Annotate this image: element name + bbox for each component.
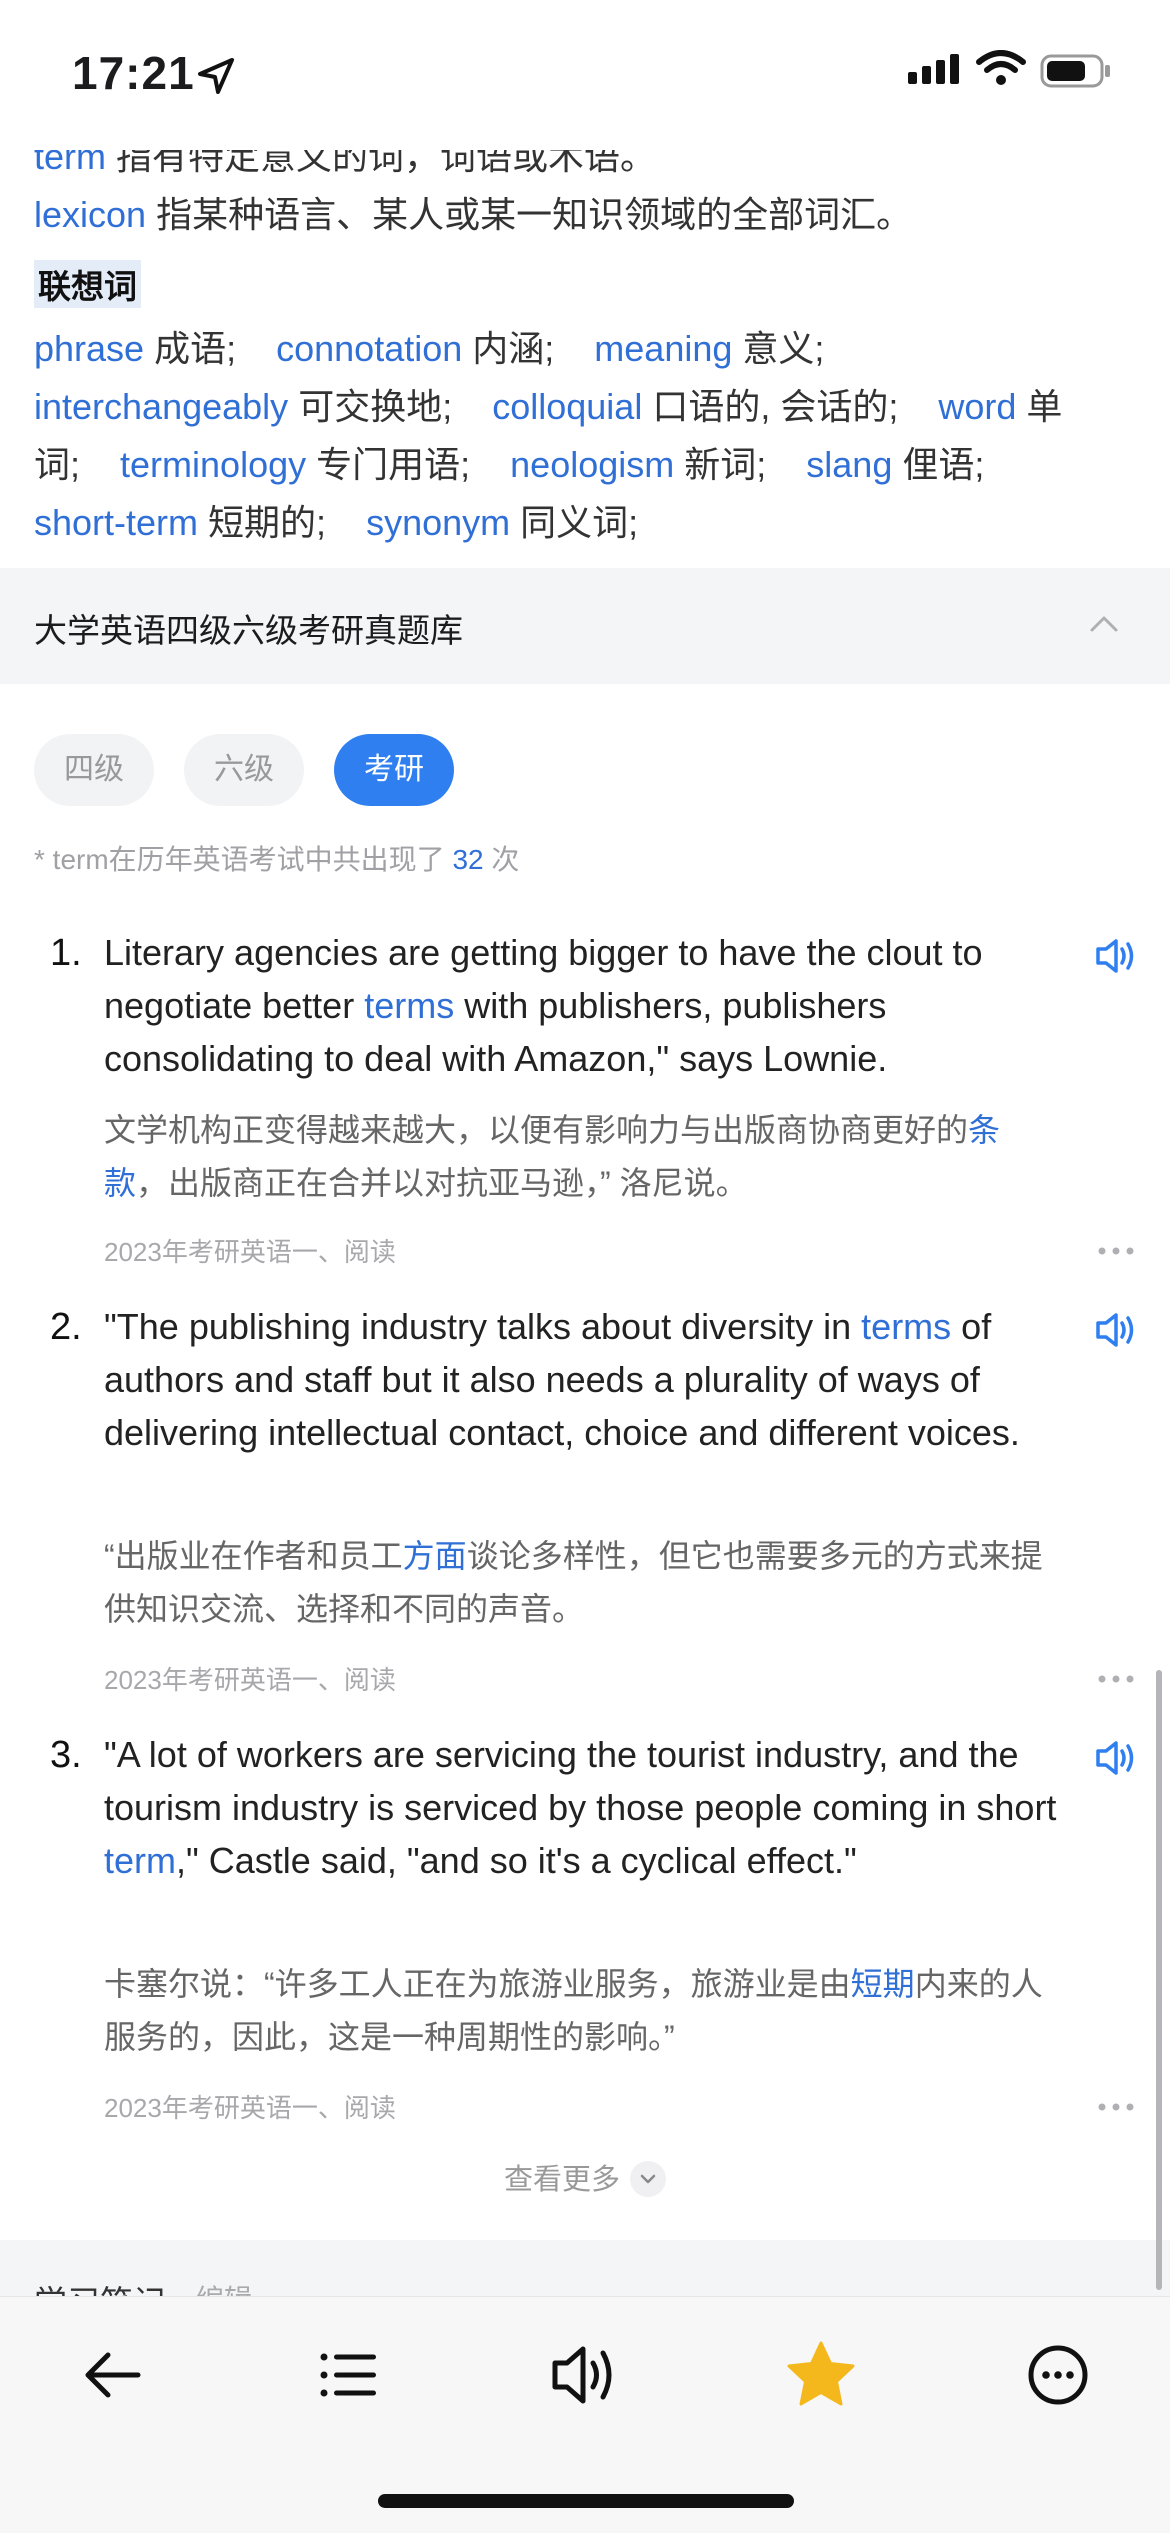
assoc-desc: 口语的, 会话的; (642, 386, 899, 427)
tab-cet6[interactable]: 六级 (184, 734, 304, 806)
example-source: 2023年考研英语一、阅读 (104, 1237, 396, 1267)
location-arrow-icon (198, 58, 234, 94)
example-chinese: 文学机构正变得越来越大，以便有影响力与出版商协商更好的条款，出版商正在合并以对抗… (104, 1104, 1064, 1210)
synonym-word[interactable]: lexicon (34, 194, 146, 235)
en-highlight[interactable]: term (104, 1840, 176, 1881)
cellular-signal-icon (908, 54, 959, 84)
assoc-word[interactable]: terminology (120, 444, 306, 485)
example-number: 2. (50, 1306, 82, 1348)
associations-row-4: short-term 短期的; synonym 同义词; (34, 494, 638, 546)
assoc-desc: 专门用语; (306, 444, 471, 485)
speaker-icon[interactable] (1094, 1310, 1138, 1350)
assoc-desc: 新词; (674, 444, 767, 485)
more-options-icon[interactable] (1098, 1674, 1134, 1684)
assoc-desc: 词; (34, 444, 81, 485)
speaker-icon[interactable] (1094, 936, 1138, 976)
assoc-desc: 成语; (144, 328, 237, 369)
example-source: 2023年考研英语一、阅读 (104, 2093, 396, 2123)
assoc-word[interactable]: phrase (34, 328, 144, 369)
example-chinese: “出版业在作者和员工方面谈论多样性，但它也需要多元的方式来提供知识交流、选择和不… (104, 1530, 1064, 1636)
cn-highlight: 方面 (402, 1538, 467, 1574)
associations-row-2: interchangeably 可交换地; colloquial 口语的, 会话… (34, 378, 1062, 430)
scrollbar-thumb[interactable] (1156, 1670, 1162, 2290)
example-source: 2023年考研英语一、阅读 (104, 1665, 396, 1695)
en-highlight[interactable]: terms (861, 1306, 951, 1347)
occurrence-count: * term在历年英语考试中共出现了 32 次 (34, 838, 519, 878)
count-number: 32 (452, 844, 484, 875)
assoc-desc: 俚语; (892, 444, 985, 485)
example-english: "The publishing industry talks about div… (104, 1300, 1064, 1459)
chevron-up-icon[interactable] (1088, 608, 1120, 640)
count-suffix: 次 (483, 844, 520, 875)
speaker-icon[interactable] (545, 2335, 625, 2415)
en-text: "The publishing industry talks about div… (104, 1306, 862, 1347)
en-text: "A lot of workers are servicing the tour… (104, 1734, 1057, 1828)
cn-text: ，出版商正在合并以对抗亚马逊，” 洛尼说。 (136, 1165, 748, 1201)
assoc-desc: 可交换地; (288, 386, 453, 427)
tab-kaoyan[interactable]: 考研 (334, 734, 454, 806)
cn-text: “出版业在作者和员工 (104, 1538, 403, 1574)
assoc-word[interactable]: word (938, 386, 1016, 427)
associations-row-3: 词; terminology 专门用语; neologism 新词; slang… (34, 436, 984, 488)
assoc-word[interactable]: interchangeably (34, 386, 288, 427)
battery-icon (1040, 54, 1110, 88)
more-options-icon[interactable] (1098, 1246, 1134, 1256)
example-number: 1. (50, 932, 82, 974)
en-text: ," Castle said, "and so it's a cyclical … (176, 1840, 857, 1881)
back-arrow-icon[interactable] (72, 2335, 152, 2415)
star-icon[interactable] (781, 2335, 861, 2415)
assoc-word[interactable]: short-term (34, 502, 198, 543)
assoc-word[interactable]: meaning (594, 328, 732, 369)
assoc-word[interactable]: connotation (276, 328, 462, 369)
see-more-label: 查看更多 (503, 2164, 620, 2196)
home-indicator[interactable] (378, 2494, 794, 2508)
status-time: 17:21 (72, 47, 195, 99)
exam-section-header[interactable]: 大学英语四级六级考研真题库 (0, 568, 1170, 684)
chevron-down-icon (630, 2161, 666, 2198)
see-more-button[interactable]: 查看更多 (0, 2156, 1170, 2199)
synonym-desc: 指某种语言、某人或某一知识领域的全部词汇。 (146, 194, 913, 235)
more-icon[interactable] (1018, 2335, 1098, 2415)
associations-row-1: phrase 成语; connotation 内涵; meaning 意义; (34, 320, 824, 372)
speaker-icon[interactable] (1094, 1738, 1138, 1778)
assoc-word[interactable]: slang (806, 444, 892, 485)
more-options-icon[interactable] (1098, 2102, 1134, 2112)
cn-highlight: 短期 (850, 1966, 915, 2002)
notes-section-header[interactable]: 学习笔记 编辑 (0, 2240, 1170, 2300)
assoc-desc: 单 (1016, 386, 1063, 427)
assoc-word[interactable]: colloquial (492, 386, 642, 427)
count-prefix: * term在历年英语考试中共出现了 (34, 844, 453, 875)
assoc-desc: 内涵; (462, 328, 555, 369)
assoc-word[interactable]: synonym (366, 502, 510, 543)
list-icon[interactable] (308, 2335, 388, 2415)
example-number: 3. (50, 1734, 82, 1776)
example-chinese: 卡塞尔说：“许多工人正在为旅游业服务，旅游业是由短期内来的人服务的，因此，这是一… (104, 1958, 1064, 2064)
cn-text: 卡塞尔说：“许多工人正在为旅游业服务，旅游业是由 (104, 1966, 851, 2002)
status-bar: 17:21 (0, 0, 1170, 150)
assoc-desc: 同义词; (510, 502, 639, 543)
example-english: Literary agencies are getting bigger to … (104, 926, 1064, 1085)
associations-title: 联想词 (34, 260, 141, 308)
exam-section-title: 大学英语四级六级考研真题库 (34, 612, 463, 649)
assoc-desc: 意义; (732, 328, 825, 369)
wifi-icon (976, 50, 1026, 85)
example-english: "A lot of workers are servicing the tour… (104, 1728, 1064, 1887)
tab-cet4[interactable]: 四级 (34, 734, 154, 806)
en-highlight[interactable]: terms (364, 985, 454, 1026)
cn-text: 文学机构正变得越来越大，以便有影响力与出版商协商更好的 (104, 1112, 969, 1148)
synonym-lexicon[interactable]: lexicon 指某种语言、某人或某一知识领域的全部词汇。 (34, 186, 912, 238)
assoc-desc: 短期的; (198, 502, 327, 543)
assoc-word[interactable]: neologism (510, 444, 674, 485)
